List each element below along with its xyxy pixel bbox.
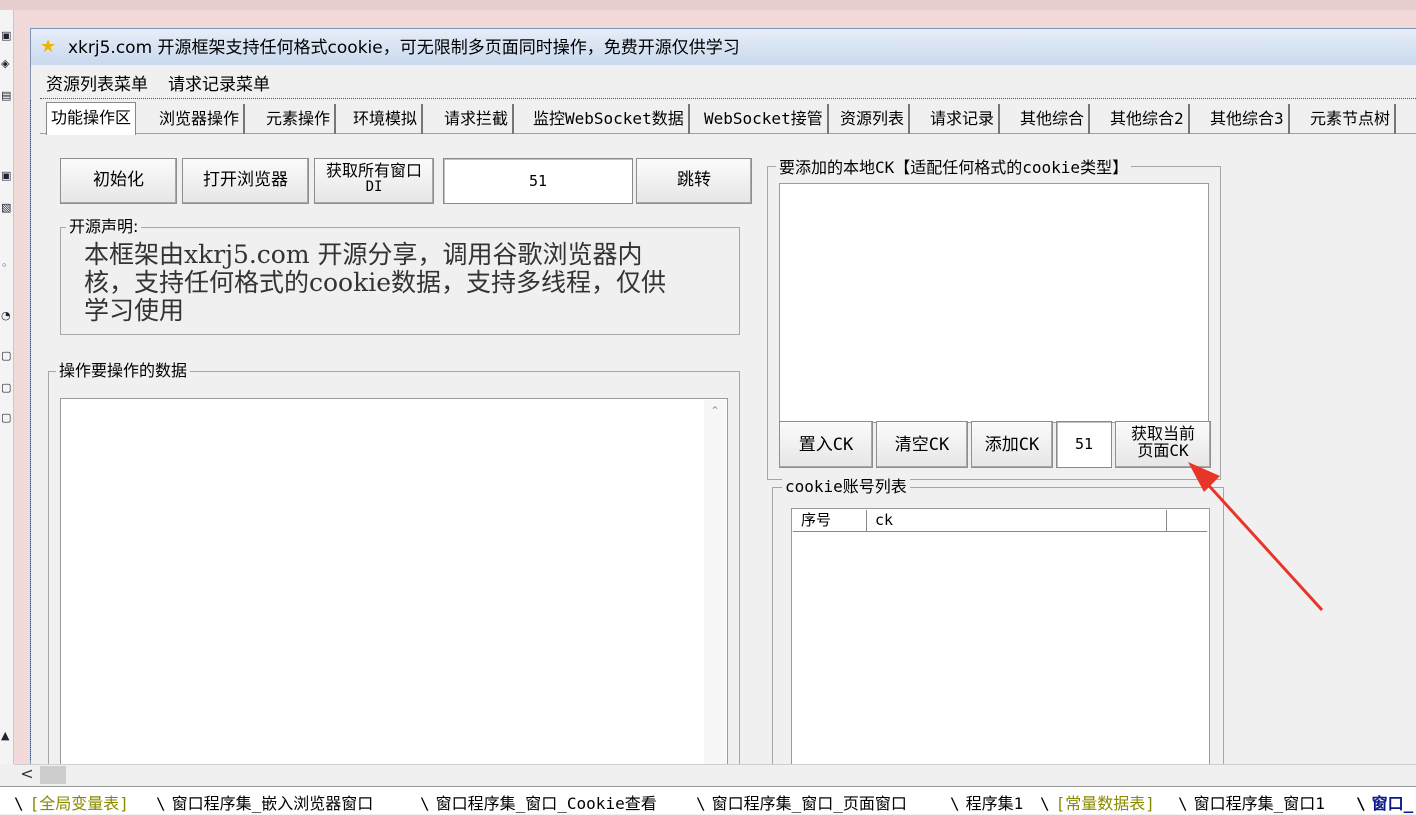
- set-ck-button[interactable]: 置入CK: [779, 421, 873, 468]
- tab-resource-list[interactable]: 资源列表: [836, 104, 911, 134]
- file-tab-const-table[interactable]: \ [常量数据表]: [1040, 793, 1155, 815]
- cookie-list[interactable]: [791, 508, 1210, 764]
- get-all-windows-label-1: 获取所有窗口: [325, 161, 422, 180]
- scroll-up-icon[interactable]: ⌃: [704, 400, 726, 422]
- tab-function-area[interactable]: 功能操作区: [46, 102, 137, 135]
- tab-misc-2[interactable]: 其他综合2: [1106, 104, 1190, 134]
- window-title: xkrj5.com 开源框架支持任何格式cookie，可无限制多页面同时操作，免…: [68, 38, 740, 58]
- tab-strip: 功能操作区 浏览器操作 元素操作 环境模拟 请求拦截 监控WebSocket数据…: [44, 102, 1416, 135]
- ck-group-title: 要添加的本地CK【适配任何格式的cookie类型】: [776, 158, 1132, 178]
- file-tab-program-set-1[interactable]: \ 程序集1: [950, 793, 1023, 815]
- tool-icon[interactable]: ▢: [1, 412, 11, 424]
- data-textarea[interactable]: [60, 398, 728, 764]
- ide-top-strip: [0, 0, 1416, 10]
- get-all-windows-button[interactable]: 获取所有窗口 DI: [314, 158, 434, 204]
- add-ck-button[interactable]: 添加CK: [971, 421, 1053, 468]
- tool-icon[interactable]: ▢: [1, 350, 11, 362]
- tool-icon[interactable]: ◈: [1, 58, 11, 70]
- init-button[interactable]: 初始化: [60, 158, 177, 204]
- design-guide-line: [40, 98, 1416, 99]
- tab-misc[interactable]: 其他综合: [1016, 104, 1091, 134]
- scroll-thumb[interactable]: [40, 766, 66, 784]
- column-header-index[interactable]: 序号: [793, 510, 867, 531]
- tab-websocket-takeover[interactable]: WebSocket接管: [700, 104, 829, 134]
- ck-textarea[interactable]: [779, 183, 1209, 423]
- tool-icon[interactable]: ▢: [1, 382, 11, 394]
- tab-request-intercept[interactable]: 请求拦截: [440, 104, 515, 134]
- get-all-windows-label-2: DI: [365, 179, 383, 195]
- tab-element-tree[interactable]: 元素节点树: [1306, 104, 1397, 134]
- file-tab-global-vars[interactable]: \ [全局变量表]: [14, 793, 129, 815]
- tool-icon[interactable]: ▣: [1, 30, 11, 42]
- cookie-list-header: 序号 ck: [793, 510, 1207, 532]
- horizontal-scrollbar[interactable]: [14, 764, 1416, 786]
- ck-index-input[interactable]: 51: [1056, 421, 1112, 468]
- file-tab-embed-browser[interactable]: \ 窗口程序集_嵌入浏览器窗口: [156, 793, 373, 815]
- notice-text: 本框架由xkrj5.com 开源分享，调用谷歌浏览器内核，支持任何格式的cook…: [84, 240, 667, 325]
- file-tab-page-window[interactable]: \ 窗口程序集_窗口_页面窗口: [696, 793, 907, 815]
- file-tab-cookie-view[interactable]: \ 窗口程序集_窗口_Cookie查看: [420, 793, 657, 815]
- file-tab-bar: \ [全局变量表] \ 窗口程序集_嵌入浏览器窗口 \ 窗口程序集_窗口_Cookie…: [0, 786, 1416, 814]
- scroll-left-icon[interactable]: <: [16, 764, 38, 784]
- menu-request-records[interactable]: 请求记录菜单: [168, 72, 270, 98]
- tool-icon[interactable]: ▲: [1, 730, 11, 742]
- column-header-ck[interactable]: ck: [867, 510, 1167, 531]
- data-scrollbar[interactable]: ⌃: [704, 400, 726, 764]
- window-index-input[interactable]: 51: [443, 158, 633, 204]
- tab-monitor-websocket[interactable]: 监控WebSocket数据: [529, 104, 690, 134]
- menu-resource-list[interactable]: 资源列表菜单: [46, 72, 148, 98]
- file-tab-window-1[interactable]: \ 窗口程序集_窗口1: [1178, 793, 1325, 815]
- tab-misc-3[interactable]: 其他综合3: [1206, 104, 1290, 134]
- data-group-title: 操作要操作的数据: [56, 361, 191, 381]
- tab-env-simulation[interactable]: 环境模拟: [349, 104, 424, 134]
- file-tab-window-active[interactable]: \ 窗口_: [1356, 793, 1413, 815]
- tab-browser-ops[interactable]: 浏览器操作: [155, 104, 246, 134]
- star-icon: ★: [40, 36, 57, 57]
- red-arrow-annotation: [1188, 462, 1324, 612]
- clear-ck-button[interactable]: 清空CK: [876, 421, 968, 468]
- tab-element-ops[interactable]: 元素操作: [262, 104, 337, 134]
- tool-icon[interactable]: ▤: [1, 90, 11, 102]
- jump-button[interactable]: 跳转: [636, 158, 752, 204]
- open-browser-button[interactable]: 打开浏览器: [182, 158, 309, 204]
- ide-left-toolbar: ▣ ◈ ▤ ▣ ▧ ◦ ◔ ▢ ▢ ▢ ▲: [0, 10, 14, 764]
- tool-icon[interactable]: ◔: [1, 310, 11, 322]
- tool-icon[interactable]: ◦: [1, 260, 11, 272]
- notice-group-title: 开源声明:: [66, 217, 142, 237]
- design-guide-line-vertical: [30, 100, 31, 760]
- tool-icon[interactable]: ▧: [1, 202, 11, 214]
- tab-request-records[interactable]: 请求记录: [926, 104, 1001, 134]
- tool-icon[interactable]: ▣: [1, 170, 11, 182]
- cookie-list-title: cookie账号列表: [782, 477, 910, 497]
